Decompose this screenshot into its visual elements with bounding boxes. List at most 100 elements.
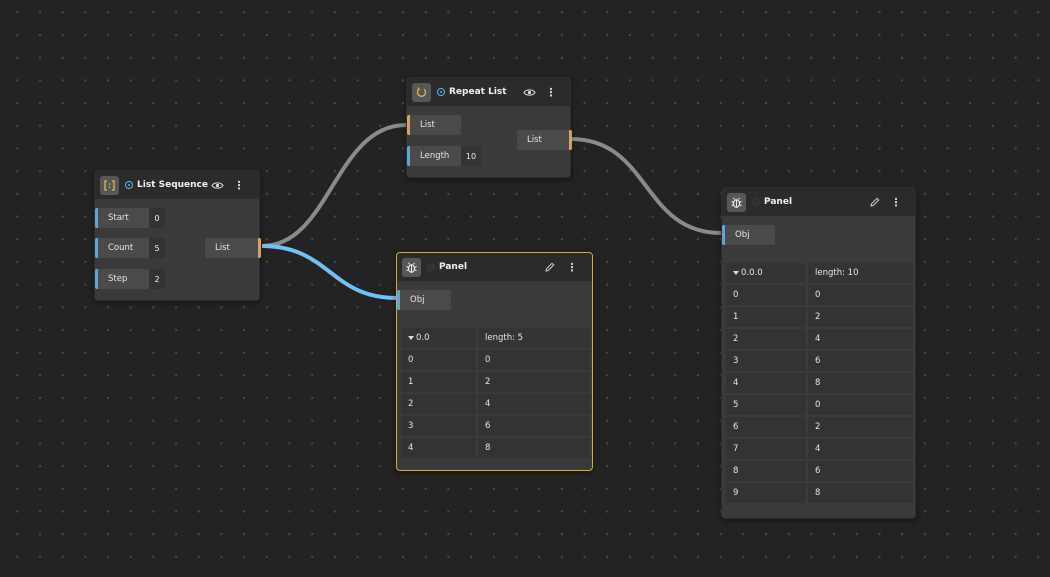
port-label: Obj	[410, 295, 425, 305]
kebab-menu-icon[interactable]: ⋮	[544, 78, 558, 106]
table-info-cell: length: 5	[476, 328, 590, 348]
port-label: Step	[108, 274, 128, 284]
table-header-row[interactable]: 0.0.0 length: 10	[726, 263, 913, 283]
row-index: 3	[401, 416, 476, 436]
eye-icon[interactable]	[210, 171, 224, 199]
repeat-list-node[interactable]: Repeat List ⋮ List Length 10 List	[406, 77, 572, 178]
table-row: 12	[401, 372, 590, 392]
row-value: 4	[476, 394, 590, 414]
table-row: 98	[726, 483, 913, 503]
status-indicator	[125, 181, 133, 189]
row-index: 1	[401, 372, 476, 392]
table-row: 24	[401, 394, 590, 414]
wire-sequence-to-repeat[interactable]	[261, 123, 407, 248]
eye-icon[interactable]	[522, 78, 536, 106]
row-value: 2	[806, 307, 913, 327]
table-row: 48	[401, 438, 590, 458]
row-value: 0	[806, 285, 913, 305]
row-index: 0	[401, 350, 476, 370]
input-port-obj[interactable]: Obj	[722, 225, 775, 245]
table-row: 12	[726, 307, 913, 327]
row-index: 4	[726, 373, 806, 393]
caret-down-icon[interactable]	[733, 270, 739, 275]
node-header[interactable]: Panel ⋮	[397, 253, 592, 281]
table-row: 74	[726, 439, 913, 459]
row-value: 2	[476, 372, 590, 392]
list-brackets-icon	[100, 175, 119, 195]
panel-data-table: 0.0 length: 5 00 12 24 36 48	[401, 326, 590, 460]
row-value: 6	[476, 416, 590, 436]
row-value: 4	[806, 329, 913, 349]
port-label: Count	[108, 243, 134, 253]
port-value[interactable]: 5	[149, 238, 165, 258]
node-title: Panel	[439, 262, 468, 272]
bug-icon	[402, 257, 421, 277]
node-header[interactable]: List Sequence ⋮	[95, 171, 259, 199]
table-key-cell[interactable]: 0.0.0	[726, 263, 806, 283]
status-indicator	[437, 88, 445, 96]
output-port-list[interactable]: List	[517, 130, 572, 150]
status-indicator	[427, 263, 435, 271]
row-index: 2	[401, 394, 476, 414]
table-info-cell: length: 10	[806, 263, 913, 283]
kebab-menu-icon[interactable]: ⋮	[565, 253, 579, 281]
row-value: 0	[476, 350, 590, 370]
input-port-list[interactable]: List	[407, 115, 461, 135]
row-index: 5	[726, 395, 806, 415]
status-indicator	[752, 198, 760, 206]
wire-sequence-to-panel[interactable]	[261, 244, 398, 300]
row-value: 8	[806, 373, 913, 393]
port-value[interactable]: 10	[461, 146, 481, 166]
port-label: List	[215, 243, 230, 253]
row-value: 8	[806, 483, 913, 503]
row-value: 8	[476, 438, 590, 458]
table-row: 00	[401, 350, 590, 370]
row-value: 0	[806, 395, 913, 415]
input-port-obj[interactable]: Obj	[397, 290, 451, 310]
node-title: Panel	[764, 197, 793, 207]
port-value[interactable]: 0	[149, 208, 165, 228]
row-index: 6	[726, 417, 806, 437]
table-key-cell[interactable]: 0.0	[401, 328, 476, 348]
row-index: 3	[726, 351, 806, 371]
port-label: Length	[420, 151, 450, 161]
row-value: 4	[806, 439, 913, 459]
input-port-length[interactable]: Length 10	[407, 146, 481, 166]
row-index: 4	[401, 438, 476, 458]
port-label: List	[420, 120, 435, 130]
port-value[interactable]: 2	[149, 269, 165, 289]
wire-repeat-to-panel[interactable]	[570, 137, 722, 235]
table-row: 24	[726, 329, 913, 349]
caret-down-icon[interactable]	[408, 335, 414, 340]
panel-data-table: 0.0.0 length: 10 00 12 24 36 48 50 62 74…	[726, 261, 913, 505]
row-value: 6	[806, 351, 913, 371]
table-header-row[interactable]: 0.0 length: 5	[401, 328, 590, 348]
port-label: List	[527, 135, 542, 145]
panel-node-selected[interactable]: Panel ⋮ Obj 0.0 length: 5 00 12 24 36 48	[396, 252, 593, 471]
kebab-menu-icon[interactable]: ⋮	[889, 188, 903, 216]
bug-icon	[727, 192, 746, 212]
table-row: 62	[726, 417, 913, 437]
pencil-icon[interactable]	[867, 188, 881, 216]
panel-node[interactable]: Panel ⋮ Obj 0.0.0 length: 10 00 12 24 36…	[721, 187, 916, 519]
output-port-list[interactable]: List	[205, 238, 261, 258]
table-row: 36	[726, 351, 913, 371]
list-sequence-node[interactable]: List Sequence ⋮ Start 0 Count 5 Step 2 L…	[94, 170, 261, 301]
node-header[interactable]: Panel ⋮	[722, 188, 915, 216]
row-index: 8	[726, 461, 806, 481]
table-row: 50	[726, 395, 913, 415]
row-index: 7	[726, 439, 806, 459]
row-value: 2	[806, 417, 913, 437]
kebab-menu-icon[interactable]: ⋮	[232, 171, 246, 199]
pencil-icon[interactable]	[542, 253, 556, 281]
input-port-start[interactable]: Start 0	[95, 208, 165, 228]
input-port-step[interactable]: Step 2	[95, 269, 165, 289]
node-title: Repeat List	[449, 87, 507, 97]
key-label: 0.0	[416, 333, 430, 343]
input-port-count[interactable]: Count 5	[95, 238, 165, 258]
row-index: 1	[726, 307, 806, 327]
node-header[interactable]: Repeat List ⋮	[407, 78, 570, 106]
row-value: 6	[806, 461, 913, 481]
row-index: 0	[726, 285, 806, 305]
table-row: 36	[401, 416, 590, 436]
